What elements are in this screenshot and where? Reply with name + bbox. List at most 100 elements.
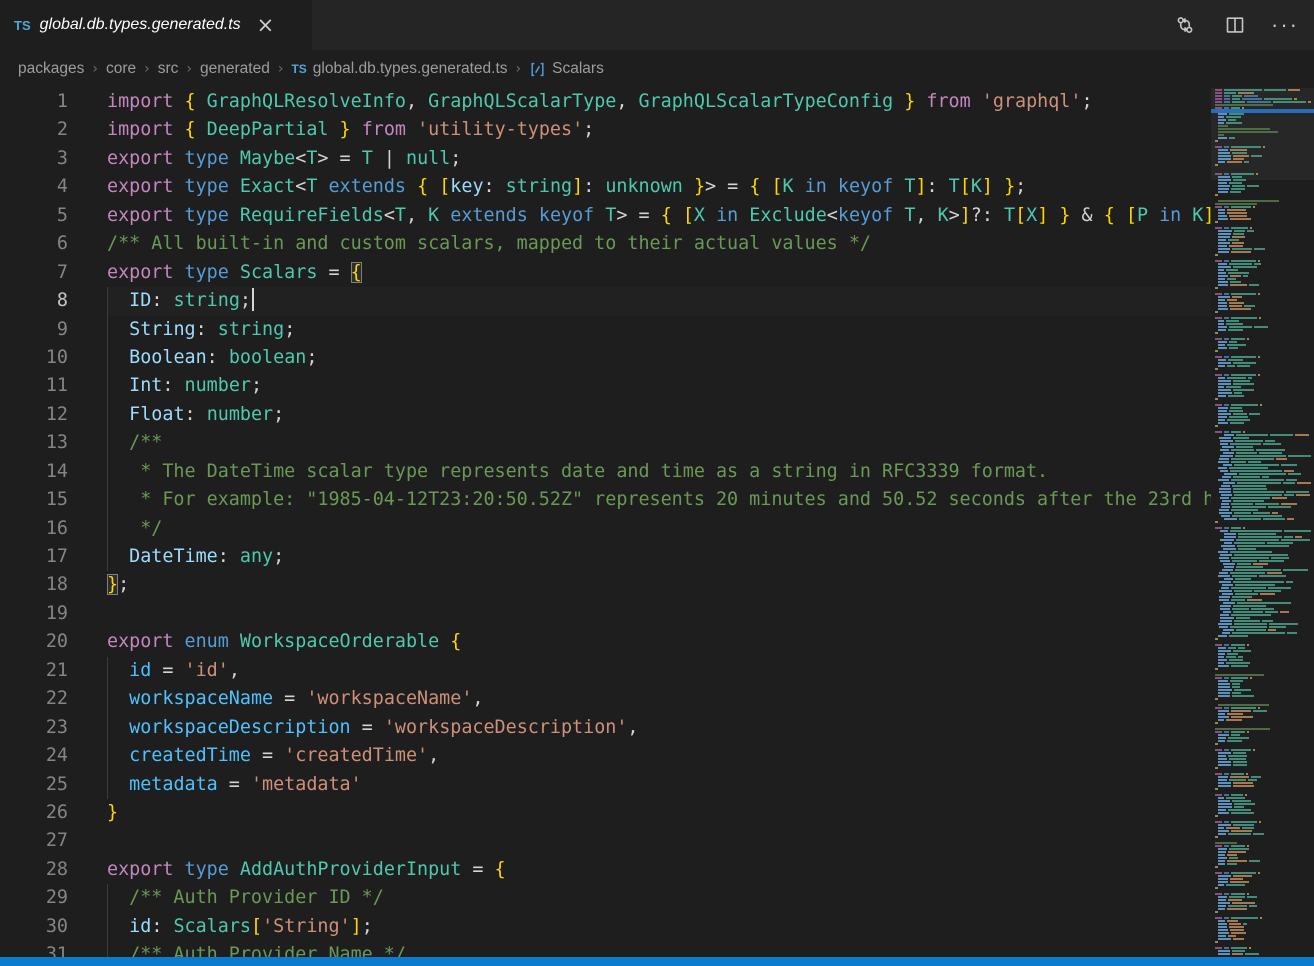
breadcrumb-label: core [106,60,136,78]
minimap-line [1215,740,1313,742]
more-actions-icon[interactable]: ··· [1274,14,1296,36]
code-line-23[interactable]: 23 workspaceDescription = 'workspaceDesc… [0,714,1211,742]
minimap-line [1215,437,1313,439]
compare-changes-icon[interactable] [1174,14,1196,36]
minimap-line [1215,584,1313,586]
code-line-28[interactable]: 28export type AddAuthProviderInput = { [0,856,1211,884]
code-line-content: Boolean: boolean; [107,344,1211,372]
code-line-11[interactable]: 11 Int: number; [0,372,1211,400]
line-number: 7 [0,259,68,287]
code-line-20[interactable]: 20export enum WorkspaceOrderable { [0,628,1211,656]
tab-label: global.db.types.generated.ts [40,16,241,34]
minimap-line [1215,200,1313,202]
minimap-line [1215,491,1313,493]
code-line-content: createdTime = 'createdTime', [107,742,1211,770]
code-line-12[interactable]: 12 Float: number; [0,401,1211,429]
line-number: 13 [0,429,68,457]
code-line-5[interactable]: 5export type RequireFields<T, K extends … [0,202,1211,230]
minimap-line [1215,923,1313,925]
code-line-14[interactable]: 14 * The DateTime scalar type represents… [0,458,1211,486]
code-line-16[interactable]: 16 */ [0,515,1211,543]
minimap-line [1215,947,1313,949]
code-area[interactable]: 1import { GraphQLResolveInfo, GraphQLSca… [0,88,1211,966]
code-line-24[interactable]: 24 createdTime = 'createdTime', [0,742,1211,770]
minimap-line [1215,467,1313,469]
code-line-7[interactable]: 7export type Scalars = { [0,259,1211,287]
breadcrumb-item-global-db-types-generated-ts[interactable]: TSglobal.db.types.generated.ts [291,60,507,78]
minimap-line [1215,452,1313,454]
minimap-line [1215,788,1313,790]
minimap-line [1215,560,1313,562]
code-line-1[interactable]: 1import { GraphQLResolveInfo, GraphQLSca… [0,88,1211,116]
line-number: 8 [0,287,68,315]
minimap-line [1215,782,1313,784]
line-number: 1 [0,88,68,116]
breadcrumb-item-generated[interactable]: generated [200,60,270,78]
minimap-line [1215,512,1313,514]
minimap-line [1215,167,1313,169]
minimap-line [1215,476,1313,478]
code-line-17[interactable]: 17 DateTime: any; [0,543,1211,571]
minimap-line [1215,503,1313,505]
minimap-line [1215,716,1313,718]
tab-global-db-types-generated[interactable]: TS global.db.types.generated.ts × [0,0,312,50]
close-tab-icon[interactable]: × [257,15,275,36]
breadcrumb-item-core[interactable]: core [106,60,136,78]
minimap-line [1215,521,1313,523]
code-line-30[interactable]: 30 id: Scalars['String']; [0,913,1211,941]
minimap-line [1215,596,1313,598]
minimap-line [1215,440,1313,442]
code-line-15[interactable]: 15 * For example: "1985-04-12T23:20:50.5… [0,486,1211,514]
minimap-line [1215,632,1313,634]
minimap-line [1215,506,1313,508]
minimap-line [1215,131,1313,133]
code-line-3[interactable]: 3export type Maybe<T> = T | null; [0,145,1211,173]
minimap-line [1215,860,1313,862]
minimap-line [1215,122,1313,124]
code-line-21[interactable]: 21 id = 'id', [0,657,1211,685]
code-line-26[interactable]: 26} [0,799,1211,827]
minimap-line [1215,578,1313,580]
breadcrumb-item-packages[interactable]: packages [18,60,84,78]
code-line-9[interactable]: 9 String: string; [0,316,1211,344]
minimap-line [1215,542,1313,544]
code-line-19[interactable]: 19 [0,600,1211,628]
minimap-line [1215,641,1313,643]
code-line-content: export type AddAuthProviderInput = { [107,856,1211,884]
minimap-line [1215,842,1313,844]
code-line-4[interactable]: 4export type Exact<T extends { [key: str… [0,173,1211,201]
minimap-line [1215,119,1313,121]
chevron-right-icon: › [516,61,522,77]
code-line-25[interactable]: 25 metadata = 'metadata' [0,771,1211,799]
minimap-line [1215,293,1313,295]
minimap-line [1215,488,1313,490]
code-line-6[interactable]: 6/** All built-in and custom scalars, ma… [0,230,1211,258]
minimap-line [1215,668,1313,670]
minimap-line [1215,305,1313,307]
minimap-line [1215,713,1313,715]
code-line-27[interactable]: 27 [0,827,1211,855]
minimap-line [1215,95,1313,97]
minimap-line [1215,461,1313,463]
code-line-10[interactable]: 10 Boolean: boolean; [0,344,1211,372]
minimap-line [1215,707,1313,709]
minimap-line [1215,359,1313,361]
breadcrumb-item-scalars[interactable]: Scalars [529,60,604,78]
minimap-line [1215,164,1313,166]
minimap-line [1215,314,1313,316]
minimap-line [1215,866,1313,868]
code-line-22[interactable]: 22 workspaceName = 'workspaceName', [0,685,1211,713]
line-number: 10 [0,344,68,372]
code-line-8[interactable]: 8 ID: string; [0,287,1211,315]
code-line-18[interactable]: 18}; [0,571,1211,599]
code-line-29[interactable]: 29 /** Auth Provider ID */ [0,884,1211,912]
minimap-line [1215,101,1313,103]
minimap-line [1215,482,1313,484]
minimap[interactable] [1211,88,1314,966]
code-line-2[interactable]: 2import { DeepPartial } from 'utility-ty… [0,116,1211,144]
split-editor-icon[interactable] [1224,14,1246,36]
breadcrumb-item-src[interactable]: src [158,60,179,78]
minimap-line [1215,797,1313,799]
code-line-content: export type RequireFields<T, K extends k… [107,202,1211,230]
code-line-13[interactable]: 13 /** [0,429,1211,457]
